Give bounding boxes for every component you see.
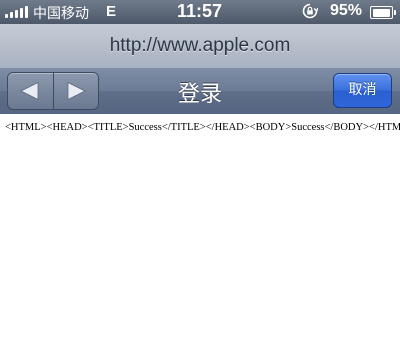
nav-bar: 登录 取消 [0, 68, 400, 115]
clock: 11:57 [177, 1, 223, 21]
battery-percentage: 95% [330, 2, 363, 19]
cancel-button[interactable]: 取消 [333, 73, 392, 108]
carrier-name: 中国移动 [33, 6, 89, 22]
page-content: <HTML><HEAD><TITLE>Success</TITLE></HEAD… [0, 114, 400, 358]
rotation-lock-icon [302, 3, 319, 19]
response-text: <HTML><HEAD><TITLE>Success</TITLE></HEAD… [5, 122, 400, 133]
url-text[interactable]: http://www.apple.com [0, 35, 400, 57]
signal-icon [5, 6, 29, 18]
battery-icon [370, 6, 396, 19]
status-bar: 中国移动 E 11:57 95% [0, 0, 400, 24]
network-type: E [106, 3, 117, 20]
url-bar[interactable]: http://www.apple.com [0, 24, 400, 69]
